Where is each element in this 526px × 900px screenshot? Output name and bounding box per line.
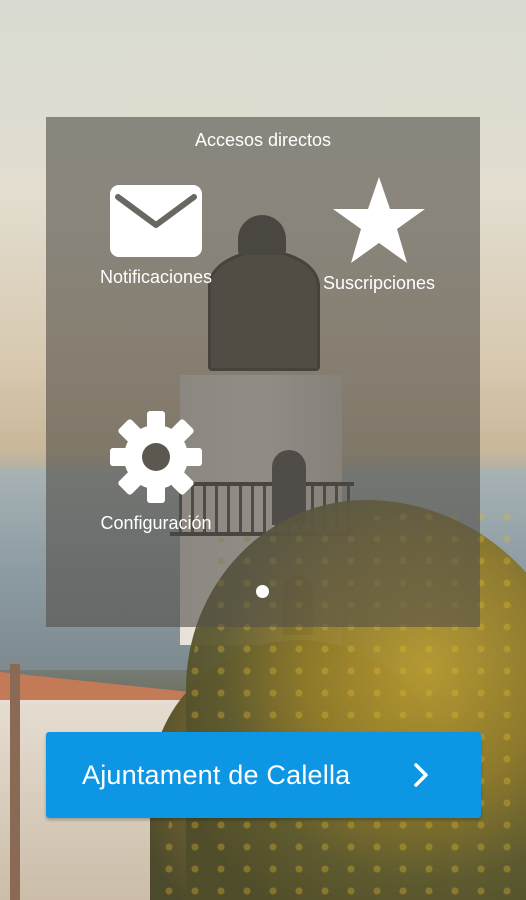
envelope-icon	[110, 185, 202, 257]
subscriptions-label: Suscripciones	[322, 273, 436, 293]
notifications-label: Notificaciones	[99, 267, 213, 287]
ajuntament-button-label: Ajuntament de Calella	[82, 759, 351, 790]
pole	[10, 664, 20, 900]
shortcuts-panel: Accesos directos Notificaciones Suscripc…	[46, 117, 480, 627]
settings-label: Configuración	[100, 513, 212, 533]
subscriptions-shortcut[interactable]: Suscripciones	[309, 175, 449, 294]
star-icon	[333, 177, 425, 263]
notifications-shortcut[interactable]: Notificaciones	[86, 183, 226, 288]
chevron-right-icon	[414, 763, 428, 787]
settings-shortcut[interactable]: Configuración	[86, 409, 226, 534]
ajuntament-button[interactable]: Ajuntament de Calella	[46, 732, 481, 818]
gear-icon	[110, 411, 202, 503]
page-indicator-dot	[256, 585, 269, 598]
panel-title: Accesos directos	[194, 130, 332, 150]
